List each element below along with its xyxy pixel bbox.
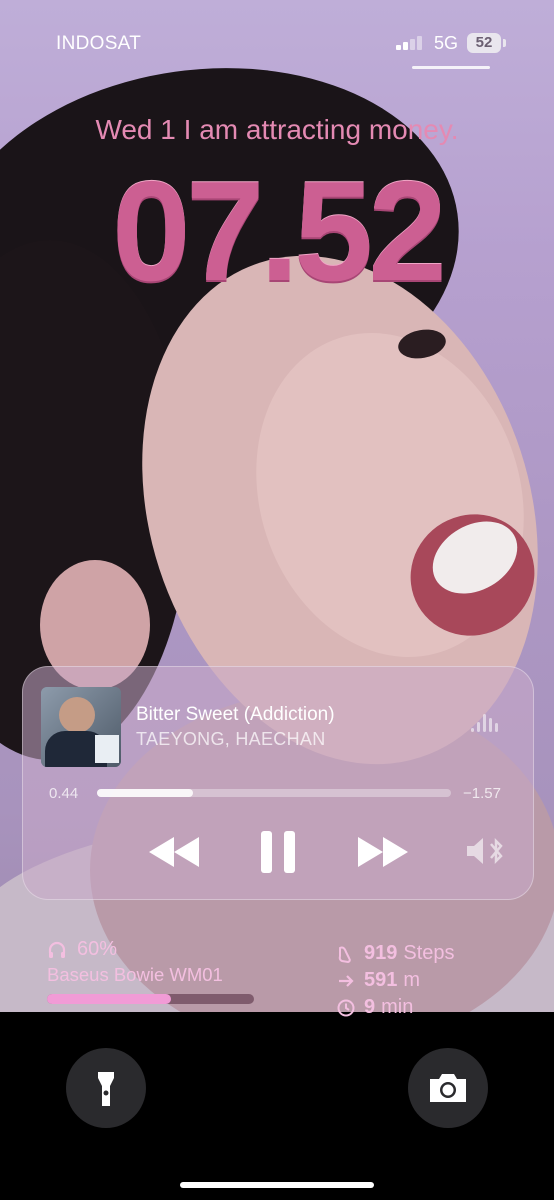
pause-icon[interactable] — [259, 829, 297, 875]
distance-unit: m — [403, 969, 421, 991]
time-unit: min — [381, 996, 414, 1018]
playback-scrubber[interactable] — [97, 789, 451, 797]
steps-unit: Steps — [403, 942, 455, 964]
waveform-icon — [471, 710, 503, 732]
carrier-name: INDOSAT — [56, 33, 142, 54]
scrubber-fill — [97, 789, 193, 797]
steps-stat: 919 Steps — [336, 940, 455, 967]
control-center-handle[interactable] — [412, 66, 490, 69]
headphones-device-name: Baseus Bowie WM01 — [47, 964, 223, 985]
headphones-widget[interactable]: 60% Baseus Bowie WM01 — [47, 938, 307, 1004]
headphones-battery-bar — [47, 994, 254, 1004]
remaining-time: −1.57 — [463, 785, 501, 802]
distance-value: 591 — [364, 969, 398, 991]
home-indicator[interactable] — [180, 1182, 374, 1188]
album-art[interactable] — [41, 687, 121, 767]
network-type: 5G — [434, 33, 459, 53]
song-artist: TAEYONG, HAECHAN — [136, 729, 326, 749]
headphones-icon — [48, 941, 66, 958]
fast-forward-icon[interactable] — [356, 837, 410, 867]
headphones-battery: 60% — [77, 938, 118, 960]
battery-icon: 52 — [467, 33, 501, 53]
arrow-right-icon — [339, 974, 354, 987]
lock-clock: 07.52 — [111, 152, 447, 311]
battery-cap — [503, 39, 506, 47]
camera-icon — [430, 1074, 466, 1102]
signal-icon — [396, 36, 428, 50]
steps-icon — [338, 946, 351, 963]
time-stat: 9 min — [336, 994, 455, 1021]
steps-value: 919 — [364, 942, 398, 964]
camera-button[interactable] — [408, 1048, 488, 1128]
time-value: 9 — [364, 996, 376, 1018]
audio-output-icon[interactable] — [465, 835, 505, 867]
flashlight-button[interactable] — [66, 1048, 146, 1128]
clock-icon — [337, 999, 355, 1016]
rewind-icon[interactable] — [147, 837, 201, 867]
date-line: Wed 1 I am attracting money. — [95, 114, 459, 145]
flashlight-icon — [98, 1072, 114, 1106]
elapsed-time: 0.44 — [49, 785, 79, 802]
activity-widget[interactable]: 919 Steps 591 m 9 min — [336, 940, 455, 1021]
now-playing-widget: Bitter Sweet (Addiction) TAEYONG, HAECHA… — [22, 666, 534, 900]
headphones-battery-fill — [47, 994, 172, 1004]
song-title: Bitter Sweet (Addiction) — [136, 704, 335, 725]
lock-screen: INDOSAT 5G 52 Wed 1 I am attracting mone… — [0, 0, 554, 1200]
distance-stat: 591 m — [336, 967, 455, 994]
